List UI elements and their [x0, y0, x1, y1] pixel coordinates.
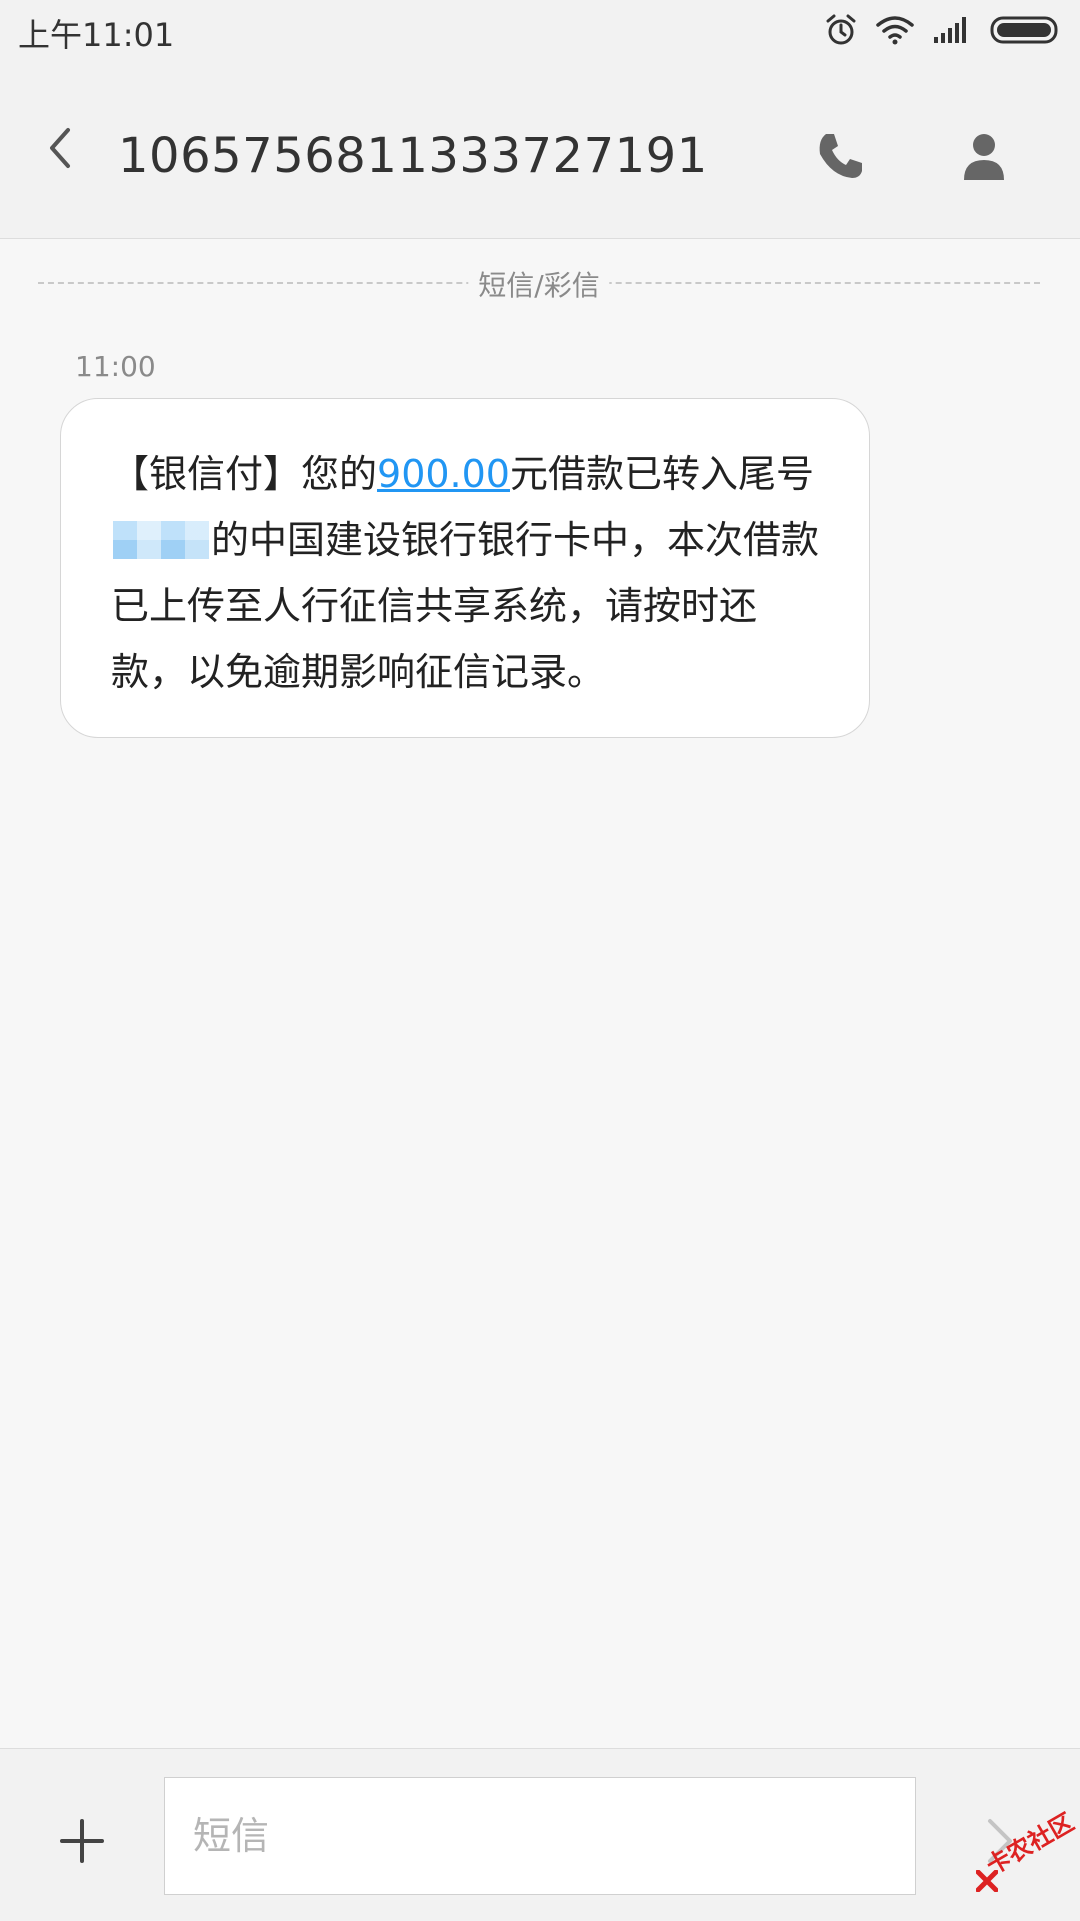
wifi-icon — [876, 15, 914, 45]
message-type-label: 短信/彩信 — [468, 264, 610, 304]
battery-icon — [990, 15, 1062, 45]
plus-icon — [60, 1819, 104, 1863]
contact-number: 1065756811333727191 — [118, 128, 708, 184]
message-text-part: 【银信付】您的 — [111, 452, 378, 496]
status-icons — [824, 10, 1062, 50]
message-text-part: 的中国建设银行银行卡中，本次借款已上传至人行征信共享系统，请按时还款，以免逾期影… — [111, 518, 820, 694]
compose-bar — [0, 1748, 1080, 1921]
message-type-divider: 短信/彩信 — [38, 264, 1040, 304]
back-arrow-icon — [50, 128, 70, 168]
back-button[interactable] — [36, 118, 86, 178]
attach-button[interactable] — [58, 1817, 106, 1865]
watermark: 卡农社区 — [976, 1808, 1080, 1896]
message-bubble[interactable]: 【银信付】您的900.00元借款已转入尾号的中国建设银行银行卡中，本次借款已上传… — [60, 398, 870, 738]
alarm-icon — [824, 13, 858, 47]
call-button[interactable] — [812, 128, 868, 184]
status-time: 上午11:01 — [18, 16, 175, 54]
contact-details-button[interactable] — [956, 128, 1012, 184]
amount-link[interactable]: 900.00 — [377, 452, 510, 496]
status-bar: 上午11:01 — [0, 0, 1080, 60]
phone-icon — [819, 134, 862, 178]
message-input[interactable] — [164, 1777, 916, 1895]
masked-card-number — [113, 521, 209, 559]
conversation-header: 1065756811333727191 — [0, 60, 1080, 239]
message-timestamp: 11:00 — [75, 350, 156, 383]
signal-icon — [932, 15, 972, 45]
person-icon — [964, 134, 1004, 180]
message-text-part: 元借款已转入尾号 — [509, 452, 814, 496]
